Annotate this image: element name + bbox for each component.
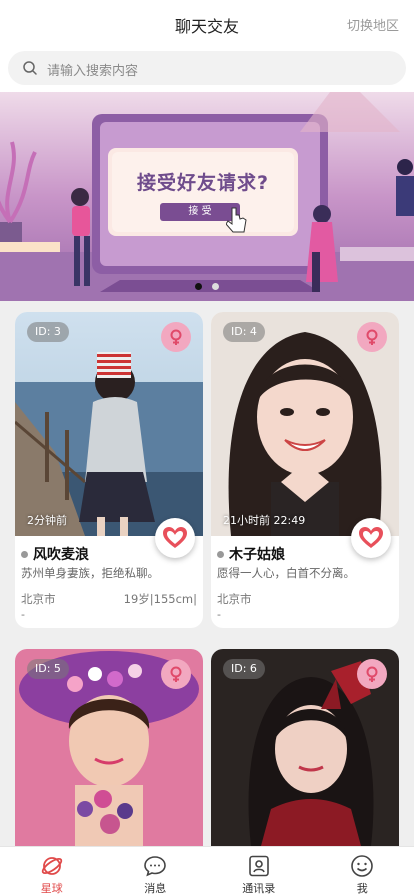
header: 聊天交友 切换地区 — [0, 0, 414, 46]
search-icon — [23, 61, 37, 75]
heart-icon — [163, 527, 187, 548]
user-name: 木子姑娘 — [229, 547, 285, 563]
search-placeholder: 请输入搜索内容 — [47, 64, 139, 79]
user-card[interactable]: ID: 3 2分钟前 风吹麦浪 苏州单身妻族，拒绝私聊。 北京市 19岁|155… — [15, 312, 203, 628]
cursor-icon — [226, 207, 247, 233]
tab-label: 消息 — [144, 882, 167, 895]
bottom-tab-bar: 星球 消息 通讯录 我 — [0, 846, 414, 896]
carousel-dot[interactable] — [212, 283, 219, 290]
user-city: 北京市 — [21, 592, 56, 606]
female-gender-icon — [161, 659, 191, 689]
status-dot — [217, 550, 224, 558]
like-button[interactable] — [351, 518, 391, 558]
user-name-row: 木子姑娘 — [217, 544, 285, 564]
female-gender-icon — [161, 322, 191, 352]
user-id-badge: ID: 5 — [27, 659, 69, 679]
user-card[interactable]: ID: 4 21小时前 22:49 木子姑娘 愿得一人心，白首不分离。 北京市 … — [211, 312, 399, 628]
female-gender-icon — [357, 322, 387, 352]
user-id-badge: ID: 6 — [223, 659, 265, 679]
user-id-badge: ID: 4 — [223, 322, 265, 342]
planet-icon — [41, 857, 62, 875]
search-bar: 请输入搜索内容 — [0, 46, 414, 92]
search-input[interactable]: 请输入搜索内容 — [8, 51, 406, 85]
user-extra: - — [21, 608, 25, 621]
carousel-dot-active[interactable] — [195, 283, 202, 290]
tab-label: 通讯录 — [242, 882, 276, 895]
last-active-time: 21小时前 22:49 — [223, 514, 306, 527]
user-name: 风吹麦浪 — [33, 547, 89, 563]
user-age-height: 19岁|155cm| — [123, 592, 197, 606]
switch-region-button[interactable]: 切换地区 — [347, 15, 399, 34]
user-name-row: 风吹麦浪 — [21, 544, 89, 564]
smile-icon — [351, 855, 374, 877]
contacts-icon — [248, 855, 269, 877]
user-card[interactable]: ID: 6 — [211, 649, 399, 846]
tab-label: 我 — [356, 882, 368, 895]
status-dot — [21, 550, 28, 558]
last-active-time: 2分钟前 — [27, 514, 67, 527]
tab-me[interactable]: 我 — [311, 847, 414, 896]
tab-contacts[interactable]: 通讯录 — [207, 847, 311, 896]
message-icon — [144, 856, 167, 877]
tab-label: 星球 — [40, 882, 63, 895]
user-city: 北京市 — [217, 592, 252, 606]
user-id-badge: ID: 3 — [27, 322, 69, 342]
heart-icon — [359, 527, 383, 548]
tab-planet[interactable]: 星球 — [0, 847, 104, 896]
banner-headline: 接受好友请求? — [136, 172, 270, 194]
user-signature: 愿得一人心，白首不分离。 — [217, 566, 355, 580]
user-card[interactable]: ID: 5 — [15, 649, 203, 846]
banner-illustration — [0, 92, 414, 301]
user-signature: 苏州单身妻族，拒绝私聊。 — [21, 566, 159, 580]
tab-messages[interactable]: 消息 — [104, 847, 208, 896]
banner-carousel[interactable]: 接受好友请求? 接 受 — [0, 92, 414, 301]
like-button[interactable] — [155, 518, 195, 558]
user-extra: - — [217, 608, 221, 621]
female-gender-icon — [357, 659, 387, 689]
